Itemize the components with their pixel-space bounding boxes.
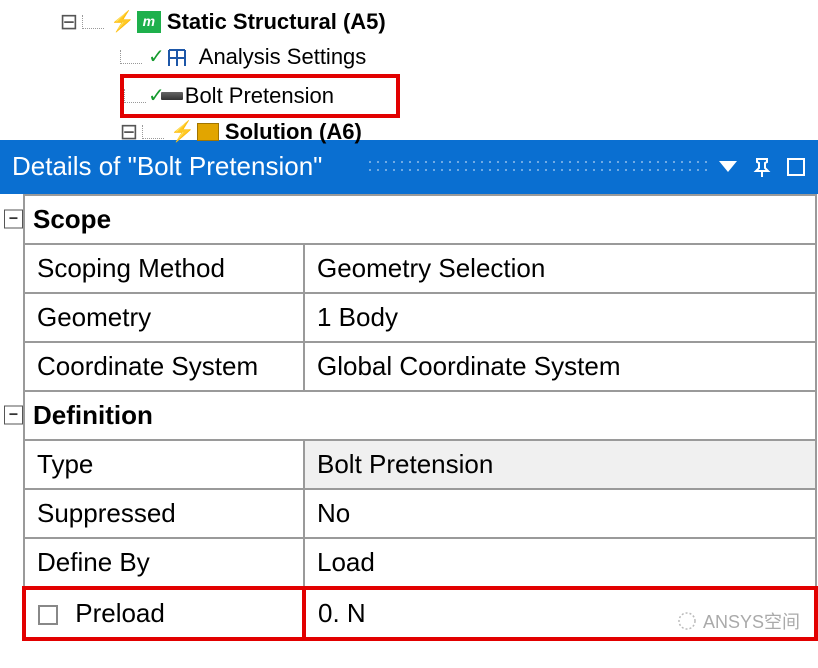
check-icon: ✓ — [148, 41, 165, 73]
square-icon — [787, 158, 805, 176]
expander-minus-icon[interactable]: ⊟ — [60, 4, 78, 39]
collapse-icon[interactable]: − — [4, 210, 23, 229]
prop-value[interactable]: Geometry Selection — [304, 244, 816, 293]
prop-row-preload[interactable]: Preload 0. N — [24, 588, 816, 639]
details-header: Details of "Bolt Pretension" — [0, 140, 818, 194]
tree-connector-icon — [124, 89, 146, 103]
tree-label: Static Structural (A5) — [165, 4, 388, 39]
solver-badge-icon: m — [137, 11, 161, 33]
prop-row-suppressed[interactable]: Suppressed No — [24, 489, 816, 538]
section-header-scope[interactable]: − Scope — [24, 195, 816, 244]
outline-tree: ⊟ ⚡ m Static Structural (A5) ✓ Analysis … — [0, 0, 818, 146]
dropdown-button[interactable] — [718, 157, 738, 177]
collapse-icon[interactable]: − — [4, 406, 23, 425]
prop-value[interactable]: No — [304, 489, 816, 538]
prop-row-coordinate-system[interactable]: Coordinate System Global Coordinate Syst… — [24, 342, 816, 391]
prop-row-scoping-method[interactable]: Scoping Method Geometry Selection — [24, 244, 816, 293]
prop-value[interactable]: Global Coordinate System — [304, 342, 816, 391]
section-name: Definition — [33, 400, 153, 430]
tree-connector-icon — [82, 15, 104, 29]
details-title: Details of "Bolt Pretension" — [12, 151, 356, 182]
section-header-definition[interactable]: − Definition — [24, 391, 816, 440]
tree-label: Bolt Pretension — [183, 78, 336, 113]
highlight-box: ✓ Bolt Pretension — [120, 74, 400, 117]
tree-connector-icon — [142, 125, 164, 139]
lightning-icon: ⚡ — [170, 118, 195, 146]
header-controls — [718, 157, 806, 177]
tree-label: Analysis Settings — [197, 39, 369, 74]
properties-table: − Scope Scoping Method Geometry Selectio… — [22, 194, 818, 641]
tree-node-analysis-settings[interactable]: ✓ Analysis Settings — [120, 39, 818, 74]
pin-button[interactable] — [752, 157, 772, 177]
lightning-icon: ⚡ — [110, 6, 135, 38]
analysis-settings-icon — [165, 46, 193, 68]
details-pane: Details of "Bolt Pretension" − Scope — [0, 140, 818, 641]
prop-label: Type — [24, 440, 304, 489]
prop-label: Scoping Method — [24, 244, 304, 293]
tree-connector-icon — [120, 50, 142, 64]
maximize-button[interactable] — [786, 157, 806, 177]
prop-value[interactable]: 0. N — [304, 588, 816, 639]
prop-value: Bolt Pretension — [304, 440, 816, 489]
grip-dots-icon[interactable] — [366, 158, 710, 176]
prop-row-type[interactable]: Type Bolt Pretension — [24, 440, 816, 489]
tree-label: Solution (A6) — [223, 118, 364, 146]
prop-row-define-by[interactable]: Define By Load — [24, 538, 816, 588]
solution-icon — [197, 123, 219, 141]
prop-value[interactable]: Load — [304, 538, 816, 588]
prop-label: Preload — [24, 588, 304, 639]
section-name: Scope — [33, 204, 111, 234]
pin-icon — [753, 157, 771, 177]
bolt-icon — [161, 92, 183, 100]
expander-minus-icon[interactable]: ⊟ — [120, 118, 138, 146]
prop-label: Define By — [24, 538, 304, 588]
prop-row-geometry[interactable]: Geometry 1 Body — [24, 293, 816, 342]
prop-label: Coordinate System — [24, 342, 304, 391]
chevron-down-icon — [719, 161, 737, 172]
prop-label: Geometry — [24, 293, 304, 342]
prop-value[interactable]: 1 Body — [304, 293, 816, 342]
prop-label: Suppressed — [24, 489, 304, 538]
tree-node-static-structural[interactable]: ⊟ ⚡ m Static Structural (A5) — [60, 4, 818, 39]
preload-label-text: Preload — [75, 598, 165, 628]
parameterize-checkbox[interactable] — [38, 605, 58, 625]
tree-node-bolt-pretension[interactable]: ✓ Bolt Pretension — [120, 74, 818, 117]
